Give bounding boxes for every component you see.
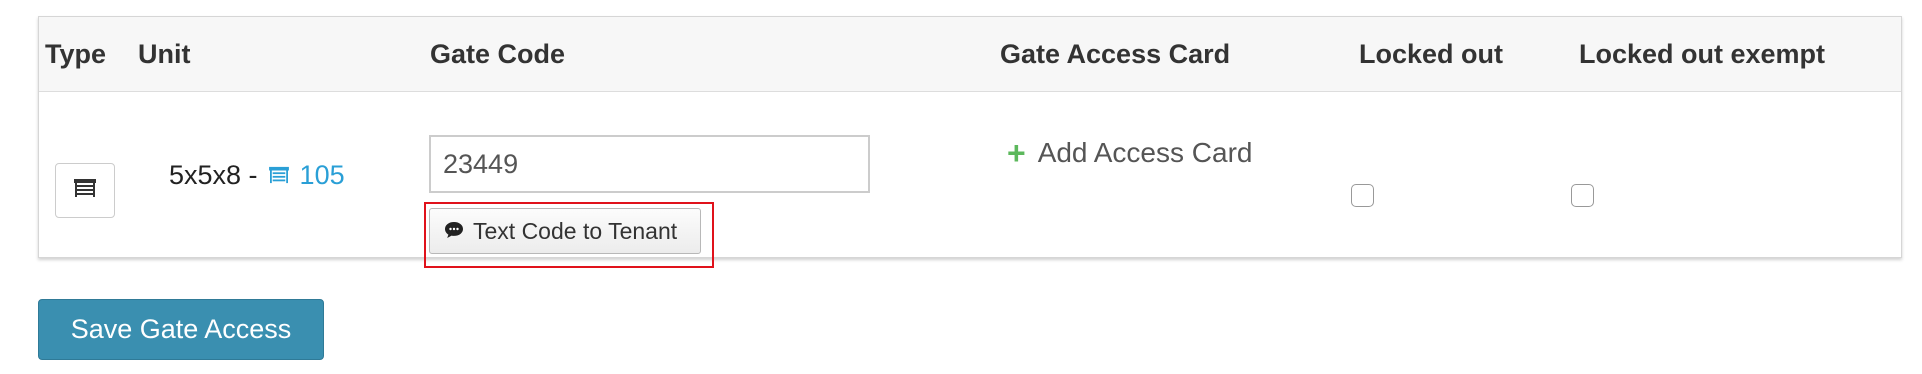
plus-icon: + [1007, 134, 1026, 171]
unit-type-button[interactable] [55, 163, 115, 218]
unit-cell: 5x5x8 - 105 [169, 92, 345, 258]
text-code-to-tenant-button[interactable]: Text Code to Tenant [429, 208, 701, 254]
locked-out-exempt-checkbox[interactable] [1571, 184, 1594, 207]
gate-access-table: Type Unit Gate Code Gate Access Card Loc… [38, 16, 1902, 268]
header-gate-access-card: Gate Access Card [1000, 39, 1231, 69]
header-type: Type [45, 39, 107, 69]
header-unit: Unit [138, 39, 191, 69]
add-access-card-label: Add Access Card [1037, 137, 1253, 168]
add-access-card-link[interactable]: + Add Access Card [1007, 92, 1252, 214]
locked-out-checkbox[interactable] [1351, 184, 1374, 207]
unit-number: 105 [299, 159, 345, 190]
save-gate-access-button[interactable]: Save Gate Access [38, 299, 324, 360]
header-locked-out-exempt: Locked out exempt [1579, 39, 1826, 69]
unit-type-icon [73, 178, 97, 203]
chat-bubble-icon [444, 218, 473, 245]
text-code-label: Text Code to Tenant [473, 217, 678, 244]
table-row: 5x5x8 - 105 23449 Text Code to Tenant + … [1, 92, 1865, 268]
header-gate-code: Gate Code [430, 39, 566, 69]
header-locked-out: Locked out [1359, 39, 1504, 69]
gate-code-input[interactable] [429, 135, 870, 193]
unit-size: 5x5x8 - [169, 159, 258, 190]
unit-link[interactable]: 105 [268, 160, 345, 191]
table-header: Type Unit Gate Code Gate Access Card Loc… [39, 17, 1901, 92]
storage-unit-icon [268, 160, 300, 191]
